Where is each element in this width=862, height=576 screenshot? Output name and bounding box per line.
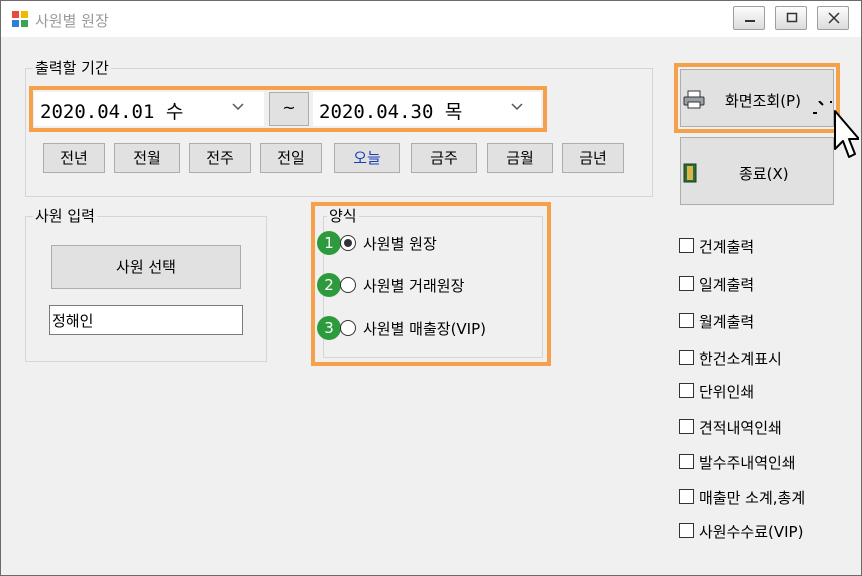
option-employee-commission[interactable]: 사원수수료(VIP) bbox=[679, 521, 849, 541]
checkbox-label: 발수주내역인쇄 bbox=[699, 454, 796, 472]
format-option-sales-ledger[interactable]: 3 사원별 매출장(VIP) bbox=[317, 316, 537, 342]
option-item-subtotal[interactable]: 한건소계표시 bbox=[679, 348, 849, 368]
exit-door-icon bbox=[683, 163, 697, 183]
title-bar[interactable]: 사원별 원장 bbox=[1, 1, 861, 37]
checkbox[interactable] bbox=[679, 523, 694, 538]
checkbox-label: 매출만 소계,총계 bbox=[699, 489, 806, 507]
checkbox[interactable] bbox=[679, 238, 694, 253]
app-icon bbox=[12, 11, 28, 27]
checkbox[interactable] bbox=[679, 276, 694, 291]
option-monthly-total-output[interactable]: 월계출력 bbox=[679, 311, 849, 331]
select-employee-button[interactable]: 사원 선택 bbox=[51, 245, 241, 289]
quick-this-week-button[interactable]: 금주 bbox=[411, 143, 477, 173]
period-group-label: 출력할 기간 bbox=[33, 57, 111, 78]
app-window: 사원별 원장 출력할 기간 2020.04.01 수 ~ 2020.04.30 … bbox=[0, 0, 862, 576]
quick-last-week-button[interactable]: 전주 bbox=[189, 143, 251, 173]
option-unit-print[interactable]: 단위인쇄 bbox=[679, 381, 849, 401]
step-number-3: 3 bbox=[317, 316, 341, 340]
checkbox-label: 사원수수료(VIP) bbox=[699, 523, 804, 541]
quick-today-button[interactable]: 오늘 bbox=[334, 143, 400, 173]
checkbox-label: 한건소계표시 bbox=[699, 350, 782, 368]
exit-button-label: 종료(X) bbox=[739, 165, 789, 183]
view-button-label: 화면조회(P) bbox=[725, 92, 801, 110]
close-button[interactable] bbox=[817, 6, 849, 30]
radio-label: 사원별 거래원장 bbox=[363, 277, 465, 295]
quick-last-month-button[interactable]: 전월 bbox=[114, 143, 180, 173]
maximize-button[interactable] bbox=[775, 6, 807, 30]
end-date-picker[interactable]: 2020.04.30 목 bbox=[313, 92, 541, 126]
close-icon bbox=[828, 12, 840, 24]
format-option-ledger[interactable]: 1 사원별 원장 bbox=[317, 231, 537, 257]
radio-button[interactable] bbox=[340, 235, 356, 251]
employee-group-label: 사원 입력 bbox=[33, 205, 97, 226]
radio-button[interactable] bbox=[340, 277, 356, 293]
window-title: 사원별 원장 bbox=[35, 12, 109, 30]
quick-yesterday-button[interactable]: 전일 bbox=[260, 143, 322, 173]
minimize-button[interactable] bbox=[733, 6, 765, 30]
employee-name-field[interactable]: 정해인 bbox=[49, 305, 243, 335]
checkbox-label: 월계출력 bbox=[699, 313, 755, 331]
view-button[interactable]: 화면조회(P) bbox=[680, 69, 834, 127]
option-daily-total-output[interactable]: 일계출력 bbox=[679, 274, 849, 294]
chevron-down-icon[interactable] bbox=[511, 103, 523, 111]
step-number-1: 1 bbox=[317, 231, 341, 255]
end-date-value: 2020.04.30 목 bbox=[319, 101, 463, 123]
quick-this-year-button[interactable]: 금년 bbox=[562, 143, 624, 173]
chevron-down-icon[interactable] bbox=[232, 103, 244, 111]
option-quote-detail-print[interactable]: 견적내역인쇄 bbox=[679, 417, 849, 437]
quick-last-year-button[interactable]: 전년 bbox=[43, 143, 105, 173]
format-option-transaction-ledger[interactable]: 2 사원별 거래원장 bbox=[317, 273, 537, 299]
start-date-picker[interactable]: 2020.04.01 수 bbox=[34, 92, 264, 126]
quick-this-month-button[interactable]: 금월 bbox=[487, 143, 553, 173]
date-range-separator: ~ bbox=[269, 92, 309, 126]
maximize-icon bbox=[786, 12, 798, 23]
employee-group bbox=[25, 216, 267, 362]
option-sales-only-totals[interactable]: 매출만 소계,총계 bbox=[679, 487, 849, 507]
step-number-2: 2 bbox=[317, 273, 341, 297]
radio-button[interactable] bbox=[340, 320, 356, 336]
checkbox[interactable] bbox=[679, 350, 694, 365]
checkbox[interactable] bbox=[679, 419, 694, 434]
start-date-value: 2020.04.01 수 bbox=[40, 101, 184, 123]
checkbox-label: 견적내역인쇄 bbox=[699, 419, 782, 437]
radio-label: 사원별 매출장(VIP) bbox=[363, 320, 487, 338]
minimize-icon bbox=[745, 20, 755, 22]
option-daily-count-output[interactable]: 건계출력 bbox=[679, 236, 849, 256]
option-order-detail-print[interactable]: 발수주내역인쇄 bbox=[679, 452, 849, 472]
exit-button[interactable]: 종료(X) bbox=[680, 137, 834, 205]
employee-name-value: 정해인 bbox=[52, 312, 94, 330]
checkbox[interactable] bbox=[679, 313, 694, 328]
radio-selected-dot bbox=[344, 239, 352, 247]
checkbox[interactable] bbox=[679, 383, 694, 398]
checkbox-label: 일계출력 bbox=[699, 276, 755, 294]
radio-label: 사원별 원장 bbox=[363, 235, 437, 253]
checkbox[interactable] bbox=[679, 454, 694, 469]
printer-icon bbox=[683, 90, 705, 109]
checkbox-label: 단위인쇄 bbox=[699, 383, 755, 401]
checkbox[interactable] bbox=[679, 489, 694, 504]
checkbox-label: 건계출력 bbox=[699, 238, 755, 256]
